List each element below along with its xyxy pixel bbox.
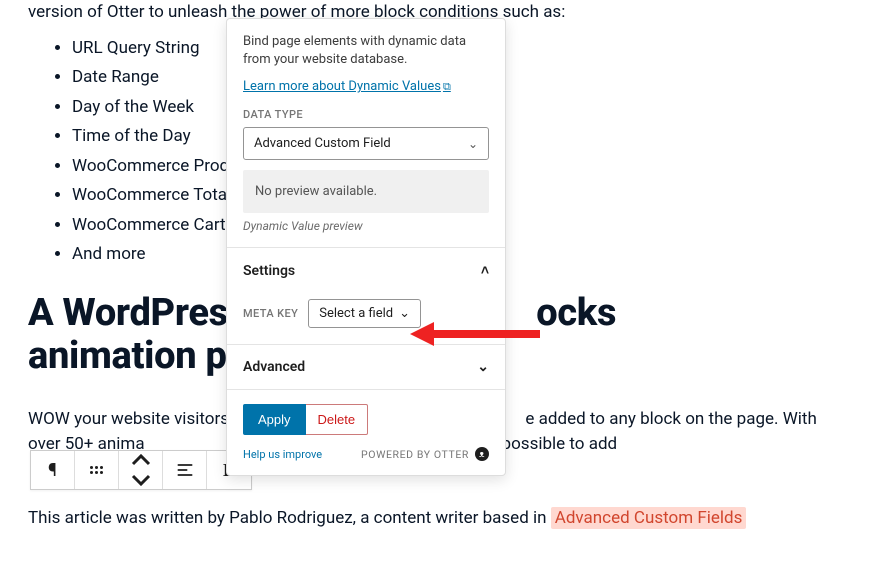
heading-fragment: animation p [28,334,227,378]
align-button[interactable] [163,451,207,489]
advanced-section-toggle[interactable]: Advanced ⌄ [227,344,505,389]
apply-button[interactable]: Apply [243,404,306,435]
dynamic-values-panel: Bind page elements with dynamic data fro… [226,18,506,476]
chevron-down-icon: ⌄ [477,359,489,375]
drag-icon [90,466,103,474]
block-toolbar: ¶ B [30,450,252,490]
paragraph-block-button[interactable]: ¶ [31,451,75,489]
heading-fragment: ocks [536,291,616,335]
data-type-value: Advanced Custom Field [254,136,391,151]
settings-title: Settings [243,263,295,279]
advanced-title: Advanced [243,359,305,375]
text-fragment: WOW your website visitors [28,409,229,429]
data-type-label: DATA TYPE [243,108,489,121]
pilcrow-icon: ¶ [48,460,57,481]
dynamic-value-token[interactable]: Advanced Custom Fields [551,507,747,529]
chevron-down-icon: ⌄ [468,137,478,151]
powered-text: POWERED BY OTTER [361,448,469,461]
external-link-icon: ⧉ [443,80,451,93]
meta-key-label: META KEY [243,307,298,320]
chevron-up-icon: ˄ [481,262,489,279]
learn-more-link[interactable]: Learn more about Dynamic Values⧉ [243,79,451,94]
text-fragment: This article was written by Pablo Rodrig… [28,508,551,528]
settings-section-toggle[interactable]: Settings ˄ [227,247,505,293]
preview-box: No preview available. [243,170,489,213]
drag-handle[interactable] [75,451,119,489]
learn-more-text: Learn more about Dynamic Values [243,79,441,94]
align-left-icon [175,460,195,480]
heading-fragment: A WordPres [28,291,228,335]
help-us-improve-link[interactable]: Help us improve [243,448,322,461]
powered-by-label: POWERED BY OTTER ᴥ [361,447,489,461]
data-type-select[interactable]: Advanced Custom Field ⌄ [243,127,489,160]
panel-description: Bind page elements with dynamic data fro… [243,33,489,69]
preview-caption: Dynamic Value preview [243,219,489,233]
meta-key-value: Select a field [319,306,393,321]
chevron-up-down-icon [131,450,151,490]
author-paragraph[interactable]: This article was written by Pablo Rodrig… [28,506,841,532]
delete-button[interactable]: Delete [306,404,369,435]
move-up-down-button[interactable] [119,451,163,489]
action-button-row: Apply Delete [227,389,505,443]
chevron-down-icon: ⌄ [399,306,410,321]
settings-section-body: META KEY Select a field ⌄ [227,293,505,344]
meta-key-select[interactable]: Select a field ⌄ [308,299,421,328]
otter-logo-icon: ᴥ [475,447,489,461]
